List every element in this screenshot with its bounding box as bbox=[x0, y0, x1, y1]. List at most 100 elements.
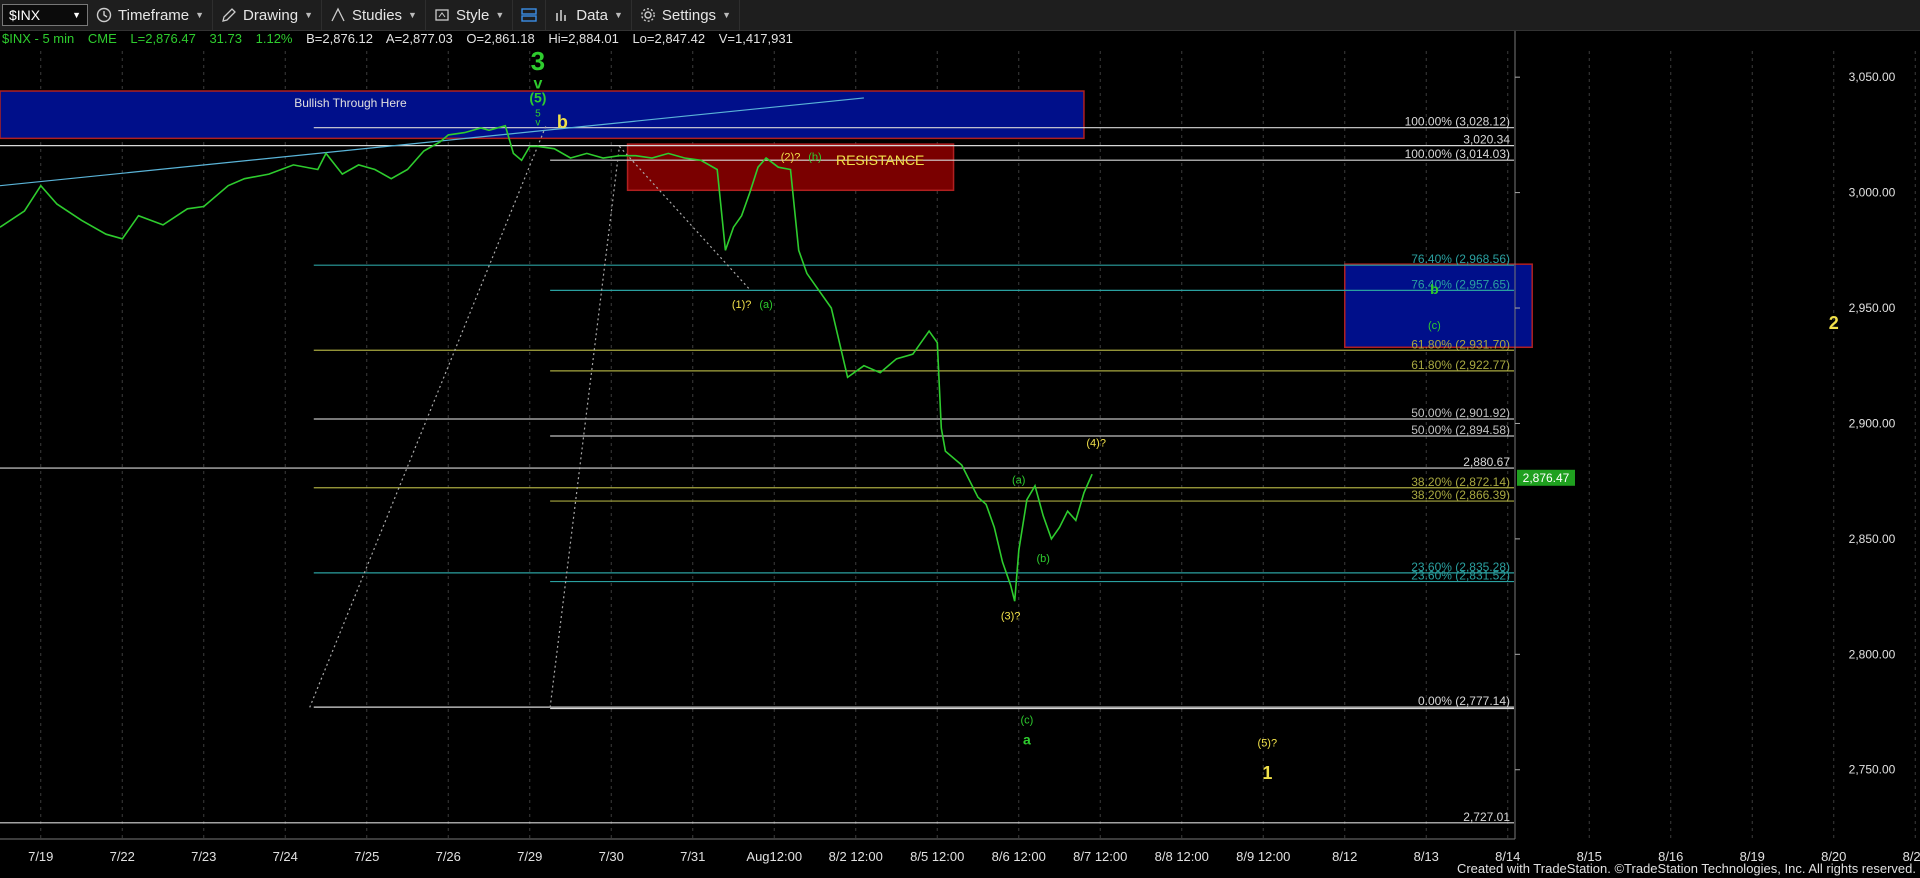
quote-ask: A=2,877.03 bbox=[385, 31, 453, 46]
gear-icon bbox=[640, 8, 655, 22]
settings-label: Settings bbox=[661, 6, 717, 24]
quote-low: Lo=2,847.42 bbox=[632, 31, 706, 46]
fib-label: 3,020.34 bbox=[1463, 133, 1510, 147]
trendline bbox=[549, 146, 620, 708]
quote-change: 31.73 bbox=[209, 31, 242, 46]
quote-exchange: CME bbox=[87, 31, 117, 46]
y-tick-label: 2,950.00 bbox=[1849, 301, 1896, 315]
studies-menu[interactable]: Studies ▼ bbox=[322, 0, 426, 30]
fib-label: 50.00% (2,901.92) bbox=[1411, 406, 1510, 420]
timeframe-label: Timeframe bbox=[118, 6, 190, 24]
fib-label: 61.80% (2,922.77) bbox=[1411, 358, 1510, 372]
fib-label: 100.00% (3,028.12) bbox=[1405, 115, 1510, 129]
caret-icon: ▼ bbox=[722, 10, 731, 20]
footer-credit: Created with TradeStation. ©TradeStation… bbox=[1456, 861, 1916, 876]
fib-label: 38.20% (2,866.39) bbox=[1411, 488, 1510, 502]
x-tick-label: 7/29 bbox=[517, 849, 542, 864]
layout-button[interactable] bbox=[513, 0, 547, 30]
wave-label: (c) bbox=[1020, 715, 1033, 727]
wave-label: (2)? bbox=[781, 151, 801, 163]
x-tick-label: 8/5 12:00 bbox=[910, 849, 964, 864]
trendline bbox=[309, 125, 547, 708]
quote-last: L=2,876.47 bbox=[130, 31, 196, 46]
fib-label: 0.00% (2,777.14) bbox=[1418, 694, 1510, 708]
wave-label: (3)? bbox=[1001, 611, 1021, 623]
drawing-label: Drawing bbox=[243, 6, 299, 24]
y-tick-label: 3,050.00 bbox=[1849, 70, 1896, 84]
wave-label: (4)? bbox=[1086, 438, 1106, 450]
x-tick-label: 8/7 12:00 bbox=[1073, 849, 1127, 864]
quote-name: $INX - 5 min bbox=[2, 31, 75, 46]
quote-volume: V=1,417,931 bbox=[718, 31, 793, 46]
fib-label: 2,727.01 bbox=[1463, 810, 1510, 824]
x-tick-label: 7/22 bbox=[110, 849, 135, 864]
wave-label: (a) bbox=[1012, 474, 1025, 486]
y-tick-label: 2,750.00 bbox=[1849, 763, 1896, 777]
fib-label: 50.00% (2,894.58) bbox=[1411, 423, 1510, 437]
wave-label: 1 bbox=[1262, 763, 1272, 783]
settings-menu[interactable]: Settings ▼ bbox=[632, 0, 740, 30]
toolbar: $INX ▼ Timeframe ▼ Drawing ▼ Studies ▼ S… bbox=[0, 0, 1920, 31]
x-tick-label: 8/6 12:00 bbox=[992, 849, 1046, 864]
wave-label: v bbox=[535, 118, 540, 129]
caret-icon: ▼ bbox=[304, 10, 313, 20]
y-tick-label: 2,800.00 bbox=[1849, 647, 1896, 661]
quote-line: $INX - 5 min CME L=2,876.47 31.73 1.12% … bbox=[2, 31, 803, 46]
fib-label: 38.20% (2,872.14) bbox=[1411, 475, 1510, 489]
x-tick-label: 8/12 bbox=[1332, 849, 1357, 864]
style-icon bbox=[435, 9, 449, 21]
wave-label: RESISTANCE bbox=[836, 152, 924, 168]
data-label: Data bbox=[576, 6, 608, 24]
wave-label: Bullish Through Here bbox=[294, 96, 407, 110]
wave-label: (1)? bbox=[732, 299, 752, 311]
data-menu[interactable]: Data ▼ bbox=[546, 0, 632, 30]
symbol-selector[interactable]: $INX ▼ bbox=[2, 4, 88, 26]
fib-label: 23.60% (2,831.52) bbox=[1411, 569, 1510, 583]
window-layout-icon bbox=[521, 8, 537, 22]
wave-label: b bbox=[557, 112, 568, 132]
x-tick-label: 8/13 bbox=[1414, 849, 1439, 864]
clock-icon bbox=[96, 7, 112, 23]
wave-label: (b) bbox=[808, 151, 821, 163]
bar-chart-icon bbox=[556, 10, 567, 21]
quote-bid: B=2,876.12 bbox=[306, 31, 373, 46]
x-tick-label: 7/26 bbox=[436, 849, 461, 864]
y-tick-label: 2,850.00 bbox=[1849, 532, 1896, 546]
x-tick-label: 7/30 bbox=[599, 849, 624, 864]
x-tick-label: 7/25 bbox=[354, 849, 379, 864]
y-tick-label: 2,900.00 bbox=[1849, 416, 1896, 430]
wave-label: 3 bbox=[531, 46, 545, 76]
studies-icon bbox=[331, 7, 345, 22]
drawing-menu[interactable]: Drawing ▼ bbox=[213, 0, 322, 30]
wave-label: 2 bbox=[1829, 313, 1839, 333]
y-tick-label: 3,000.00 bbox=[1849, 186, 1896, 200]
quote-high: Hi=2,884.01 bbox=[548, 31, 619, 46]
quote-pct: 1.12% bbox=[255, 31, 293, 46]
last-price-label: 2,876.47 bbox=[1523, 471, 1570, 485]
fib-label: 100.00% (3,014.03) bbox=[1405, 147, 1510, 161]
x-tick-label: 8/8 12:00 bbox=[1155, 849, 1209, 864]
quote-open: O=2,861.18 bbox=[466, 31, 535, 46]
x-tick-label: 7/24 bbox=[273, 849, 298, 864]
x-tick-label: 7/31 bbox=[680, 849, 705, 864]
style-label: Style bbox=[455, 6, 490, 24]
caret-icon: ▼ bbox=[613, 10, 623, 20]
x-tick-label: 8/9 12:00 bbox=[1236, 849, 1290, 864]
chevron-down-icon: ▼ bbox=[72, 10, 81, 20]
fib-label: 76.40% (2,968.56) bbox=[1411, 252, 1510, 266]
fib-label: 76.40% (2,957.65) bbox=[1411, 277, 1510, 291]
wave-label: (c) bbox=[1428, 320, 1441, 332]
studies-label: Studies bbox=[352, 6, 403, 24]
pencil-icon bbox=[222, 8, 236, 22]
x-tick-label: Aug12:00 bbox=[746, 849, 802, 864]
wave-label: (5) bbox=[529, 90, 546, 106]
timeframe-menu[interactable]: Timeframe ▼ bbox=[88, 0, 214, 30]
price-chart[interactable]: 100.00% (3,028.12) 3,020.34100.00% (3,014… bbox=[0, 31, 1920, 878]
caret-icon: ▼ bbox=[495, 10, 505, 20]
x-tick-label: 7/23 bbox=[191, 849, 216, 864]
wave-label: (b) bbox=[1036, 553, 1049, 565]
style-menu[interactable]: Style ▼ bbox=[426, 0, 514, 30]
wave-label: (a) bbox=[759, 299, 772, 311]
x-tick-label: 8/2 12:00 bbox=[829, 849, 883, 864]
x-tick-label: 7/19 bbox=[28, 849, 53, 864]
